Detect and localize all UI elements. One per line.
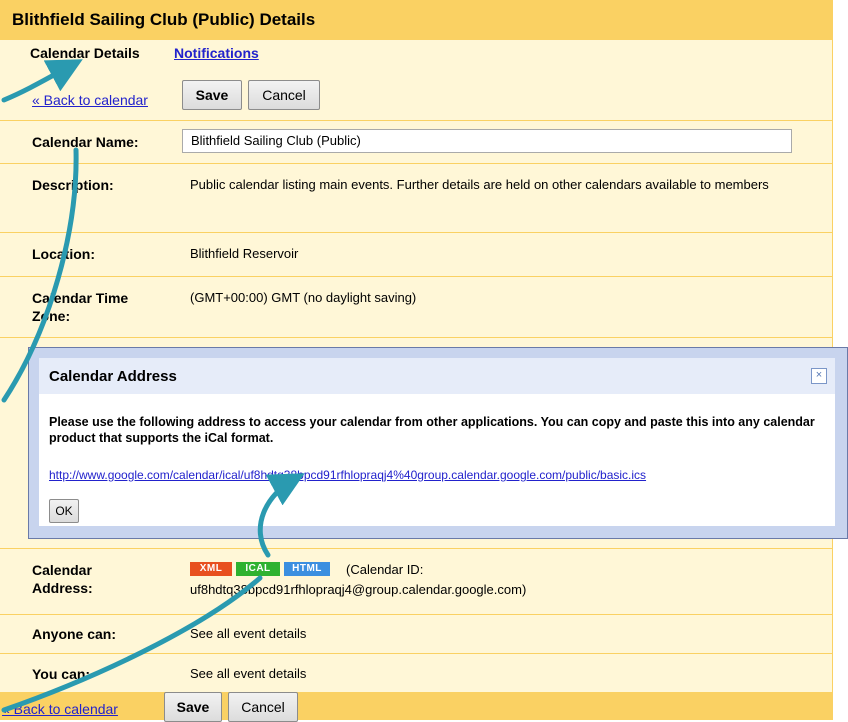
html-badge-button[interactable]: HTML bbox=[284, 562, 330, 576]
ical-badge-button[interactable]: ICAL bbox=[236, 562, 280, 576]
back-to-calendar-link[interactable]: « Back to calendar bbox=[32, 92, 148, 108]
calendar-address-label-line-2: Address: bbox=[32, 580, 93, 596]
location-value: Blithfield Reservoir bbox=[190, 246, 299, 261]
you-can-value: See all event details bbox=[190, 666, 307, 681]
title-bar: Blithfield Sailing Club (Public) Details bbox=[0, 0, 832, 40]
bottom-toolbar: « Back to calendar Save Cancel bbox=[0, 692, 832, 722]
close-icon[interactable]: × bbox=[811, 368, 827, 384]
save-button-bottom[interactable]: Save bbox=[164, 692, 222, 722]
save-button[interactable]: Save bbox=[182, 80, 242, 110]
timezone-row: Calendar Time Zone: (GMT+00:00) GMT (no … bbox=[0, 276, 832, 337]
ical-url-link[interactable]: http://www.google.com/calendar/ical/uf8h… bbox=[49, 468, 646, 482]
timezone-label: Calendar Time Zone: bbox=[32, 289, 172, 325]
calendar-address-dialog: Calendar Address × Please use the follow… bbox=[28, 347, 848, 539]
tab-calendar-details[interactable]: Calendar Details bbox=[18, 40, 152, 66]
dialog-header: Calendar Address × bbox=[39, 358, 835, 394]
anyone-can-value: See all event details bbox=[190, 626, 307, 641]
dialog-body: Calendar Address × Please use the follow… bbox=[39, 358, 835, 526]
location-row: Location: Blithfield Reservoir bbox=[0, 232, 832, 276]
location-label: Location: bbox=[32, 246, 95, 262]
calendar-address-row: Calendar Address: XML ICAL HTML (Calenda… bbox=[0, 548, 832, 614]
calendar-name-label: Calendar Name: bbox=[32, 134, 139, 150]
calendar-name-row: Calendar Name: Blithfield Sailing Club (… bbox=[0, 120, 832, 163]
timezone-value: (GMT+00:00) GMT (no daylight saving) bbox=[190, 290, 417, 305]
anyone-can-row: Anyone can: See all event details bbox=[0, 614, 832, 653]
calendar-id-value: uf8hdtq38bpcd91rfhlopraqj4@group.calenda… bbox=[190, 582, 527, 597]
you-can-row: You can: See all event details bbox=[0, 653, 832, 692]
tab-notifications[interactable]: Notifications bbox=[174, 40, 259, 66]
dialog-title: Calendar Address bbox=[49, 368, 177, 385]
ok-button[interactable]: OK bbox=[49, 499, 79, 523]
top-toolbar: « Back to calendar Save Cancel bbox=[0, 66, 832, 121]
calendar-id-prefix: (Calendar ID: bbox=[346, 562, 424, 577]
cancel-button-bottom[interactable]: Cancel bbox=[228, 692, 298, 722]
description-label: Description: bbox=[32, 177, 114, 193]
calendar-address-label-line-1: Calendar bbox=[32, 562, 92, 578]
you-can-label: You can: bbox=[32, 666, 91, 682]
timezone-label-line-1: Calendar Time bbox=[32, 290, 129, 306]
xml-badge-button[interactable]: XML bbox=[190, 562, 232, 576]
calendar-name-input[interactable]: Blithfield Sailing Club (Public) bbox=[182, 129, 792, 153]
page-title: Blithfield Sailing Club (Public) Details bbox=[12, 10, 316, 29]
timezone-label-line-2: Zone: bbox=[32, 308, 71, 324]
dialog-message: Please use the following address to acce… bbox=[49, 415, 815, 445]
calendar-address-label: Calendar Address: bbox=[32, 561, 172, 597]
anyone-can-label: Anyone can: bbox=[32, 626, 117, 642]
back-to-calendar-link-bottom[interactable]: « Back to calendar bbox=[2, 701, 118, 717]
description-row: Description: Public calendar listing mai… bbox=[0, 163, 832, 232]
description-value: Public calendar listing main events. Fur… bbox=[190, 177, 769, 192]
cancel-button[interactable]: Cancel bbox=[248, 80, 320, 110]
